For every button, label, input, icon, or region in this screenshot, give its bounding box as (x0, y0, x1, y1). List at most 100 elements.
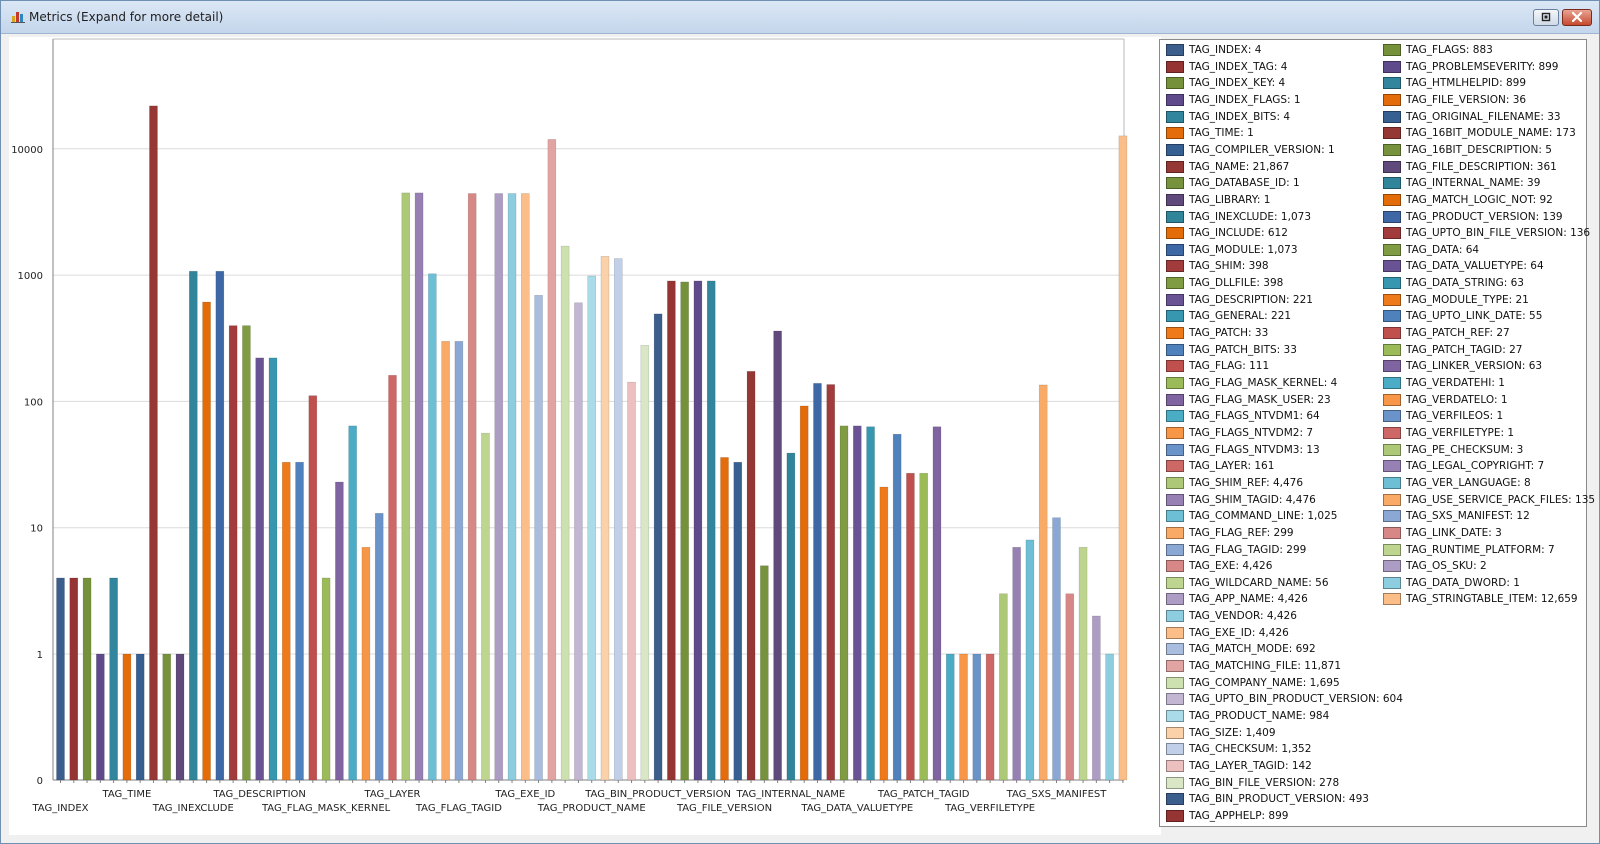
legend-label: TAG_LAYER_TAGID: 142 (1189, 759, 1312, 772)
x-axis-label: TAG_FLAG_TAGID (415, 803, 502, 814)
bar-tag-flags-ntvdm2 (361, 546, 371, 781)
x-axis-label: TAG_INTERNAL_NAME (736, 789, 846, 800)
legend-label: TAG_16BIT_DESCRIPTION: 5 (1406, 143, 1552, 156)
bar-tag-data (839, 425, 849, 781)
legend-label: TAG_USE_SERVICE_PACK_FILES: 135 (1406, 493, 1596, 506)
bar-tag-internal-name (786, 452, 796, 781)
legend-swatch (1383, 260, 1401, 273)
close-button[interactable] (1562, 9, 1592, 26)
legend-swatch (1166, 143, 1184, 156)
legend-swatch (1166, 726, 1184, 739)
legend-label: TAG_FLAGS: 883 (1406, 44, 1493, 56)
legend-swatch (1166, 327, 1184, 339)
y-tick-label: 10000 (11, 145, 43, 156)
x-axis-label: TAG_VERFILETYPE (944, 803, 1035, 814)
legend-swatch (1166, 560, 1184, 573)
legend-swatch (1383, 327, 1401, 339)
bar-tag-flag (308, 395, 318, 781)
legend-label: TAG_16BIT_MODULE_NAME: 173 (1406, 127, 1576, 140)
legend-label: TAG_PE_CHECKSUM: 3 (1406, 443, 1524, 456)
legend-swatch (1166, 293, 1184, 306)
legend-label: TAG_FLAGS_NTVDM2: 7 (1189, 426, 1313, 439)
legend-swatch (1383, 243, 1401, 256)
legend-label: TAG_GENERAL: 221 (1189, 310, 1292, 323)
bar-tag-time (122, 653, 132, 781)
bar-tag-exe (467, 193, 477, 781)
chart-panel: 0 1 10 100 1000 10000 TAG_INDEX TAG_TIME TAG_INE… (9, 37, 1161, 835)
bar-tag-data-valuetype (852, 425, 862, 781)
legend-label: TAG_MATCHING_FILE: 11,871 (1189, 660, 1342, 672)
title-bar[interactable]: Metrics (Expand for more detail) (1, 1, 1599, 34)
legend-label: TAG_SHIM: 398 (1189, 260, 1269, 273)
legend-label: TAG_PATCH_REF: 27 (1406, 327, 1510, 339)
legend-swatch (1166, 77, 1184, 90)
legend-label: TAG_PATCH: 33 (1189, 327, 1269, 339)
legend-swatch (1166, 127, 1184, 140)
legend-swatch (1383, 510, 1401, 523)
bar-tag-flags-ntvdm3 (374, 513, 384, 781)
legend-swatch (1166, 160, 1184, 173)
legend-swatch (1383, 177, 1401, 190)
bar-tag-index-tag (69, 577, 79, 781)
legend-swatch (1383, 476, 1401, 489)
legend-swatch (1166, 626, 1184, 639)
bar-tag-patch-bits (295, 461, 304, 781)
legend-label: TAG_VENDOR: 4,426 (1189, 610, 1297, 623)
legend-label: TAG_VERFILETYPE: 1 (1406, 426, 1515, 439)
x-axis-label: TAG_SXS_MANIFEST (1006, 789, 1108, 800)
legend-label: TAG_COMPILER_VERSION: 1 (1189, 143, 1335, 156)
bar-tag-file-description (773, 330, 782, 781)
legend-swatch (1166, 610, 1184, 623)
bar-tag-data-dword (1105, 653, 1114, 781)
legend-swatch (1166, 510, 1184, 523)
legend-label: TAG_TIME: 1 (1189, 127, 1254, 140)
y-tick-label: 0 (37, 776, 43, 787)
legend-label: TAG_DESCRIPTION: 221 (1189, 293, 1313, 306)
legend-label: TAG_CHECKSUM: 1,352 (1189, 743, 1312, 756)
close-icon (1571, 11, 1583, 23)
legend-swatch (1166, 93, 1184, 106)
legend-swatch (1166, 110, 1184, 123)
bar-tag-app-name (494, 193, 504, 781)
legend-swatch (1383, 60, 1401, 73)
bar-tag-legal-copyright (1012, 546, 1021, 781)
x-axis-label: TAG_DESCRIPTION (212, 789, 305, 800)
bar-tag-size (600, 255, 610, 781)
legend-swatch (1166, 377, 1184, 389)
legend-swatch (1166, 443, 1184, 456)
legend-label: TAG_FLAG: 111 (1189, 360, 1270, 373)
bar-tag-flag-tagid (454, 341, 464, 781)
bar-tag-include (202, 301, 211, 781)
legend-label: TAG_EXE_ID: 4,426 (1189, 626, 1289, 639)
bar-tag-vendor (507, 193, 517, 781)
legend-label: TAG_INEXCLUDE: 1,073 (1189, 210, 1311, 223)
legend-label: TAG_PROBLEMSEVERITY: 899 (1406, 60, 1559, 73)
bar-tag-index-flags (96, 653, 105, 781)
legend-swatch (1166, 660, 1184, 672)
legend-swatch (1383, 410, 1401, 423)
legend-swatch (1166, 410, 1184, 423)
bar-tag-patch (281, 461, 291, 781)
bar-tag-patch-tagid (919, 472, 929, 781)
bar-tag-verdatelo (959, 653, 968, 781)
x-axis-label: TAG_TIME (102, 789, 152, 800)
y-tick-label: 1 (37, 650, 43, 661)
x-axis-label: TAG_EXE_ID (494, 789, 555, 800)
bar-tag-data-string (866, 426, 875, 781)
legend-label: TAG_VERDATELO: 1 (1406, 393, 1508, 406)
legend-label: TAG_OS_SKU: 2 (1406, 560, 1487, 573)
x-axis-label: TAG_PATCH_TAGID (877, 789, 970, 800)
x-axis-label: TAG_DATA_VALUETYPE (800, 803, 913, 814)
bar-tag-index (56, 577, 65, 781)
bar-tag-product-name (587, 275, 597, 781)
legend-label: TAG_DATA_VALUETYPE: 64 (1406, 260, 1544, 273)
bar-tag-shim (228, 325, 238, 781)
legend-label: TAG_LAYER: 161 (1189, 460, 1275, 473)
legend-swatch (1383, 443, 1401, 456)
legend-swatch (1166, 343, 1184, 356)
legend-swatch (1383, 560, 1401, 573)
restore-button[interactable] (1533, 9, 1559, 26)
legend-label: TAG_SXS_MANIFEST: 12 (1406, 510, 1530, 523)
bar-tag-use-service-pack-files (1038, 384, 1048, 781)
legend-label: TAG_DATA_STRING: 63 (1406, 277, 1524, 290)
